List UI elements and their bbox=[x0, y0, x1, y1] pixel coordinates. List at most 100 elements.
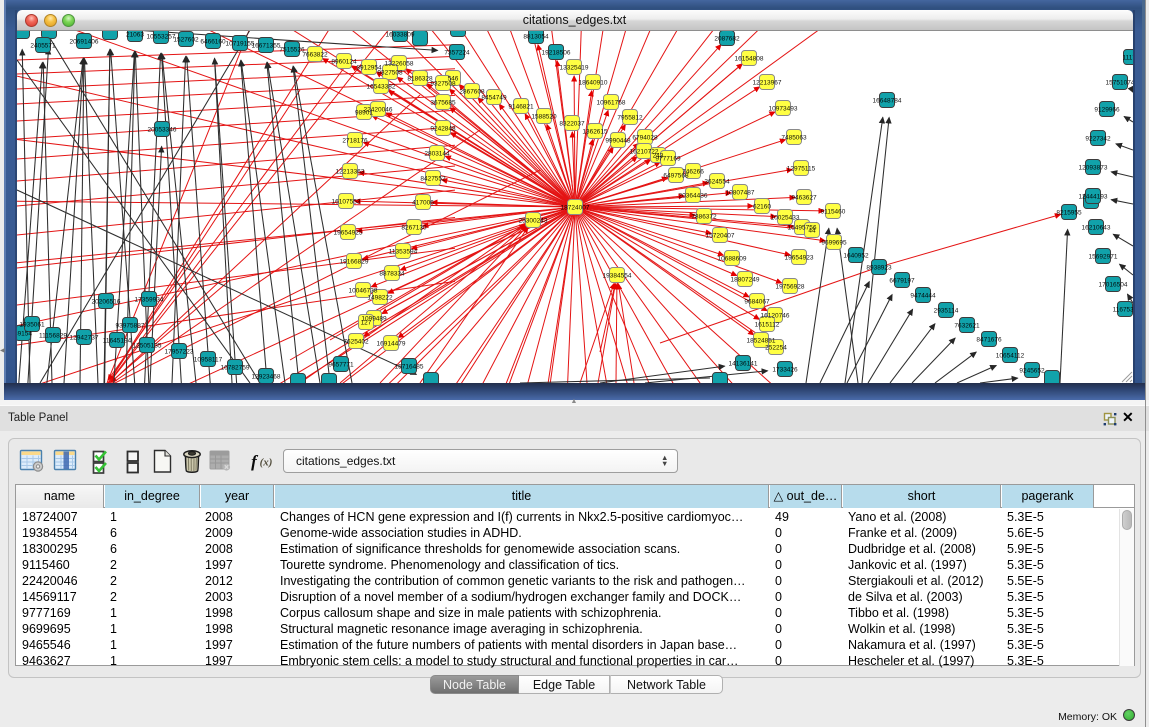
svg-text:16210643: 16210643 bbox=[1082, 224, 1111, 231]
svg-text:2718176: 2718176 bbox=[342, 137, 368, 144]
svg-text:9777169: 9777169 bbox=[655, 155, 681, 162]
svg-text:19384554: 19384554 bbox=[603, 272, 632, 279]
svg-text:19218506: 19218506 bbox=[542, 49, 571, 56]
svg-text:16033809: 16033809 bbox=[386, 31, 415, 38]
svg-text:12942737: 12942737 bbox=[70, 334, 99, 341]
svg-text:15751074: 15751074 bbox=[1106, 79, 1133, 86]
svg-text:19166829: 19166829 bbox=[340, 258, 369, 265]
svg-text:16671355: 16671355 bbox=[252, 42, 281, 49]
svg-text:13325419: 13325419 bbox=[560, 64, 589, 71]
svg-text:12923468: 12923468 bbox=[252, 373, 281, 380]
svg-text:11172: 11172 bbox=[1122, 54, 1133, 61]
svg-text:6679197: 6679197 bbox=[889, 277, 915, 284]
svg-text:9327508: 9327508 bbox=[430, 80, 456, 87]
svg-text:18724007: 18724007 bbox=[561, 204, 590, 211]
svg-text:9227342: 9227342 bbox=[1085, 135, 1111, 142]
svg-text:8813054: 8813054 bbox=[523, 33, 549, 40]
svg-text:8427552: 8427552 bbox=[420, 175, 446, 182]
svg-text:11645194: 11645194 bbox=[103, 337, 132, 344]
svg-text:44: 44 bbox=[808, 227, 816, 234]
svg-text:1167531: 1167531 bbox=[1113, 306, 1133, 313]
svg-text:10553257: 10553257 bbox=[147, 33, 176, 40]
svg-text:8267130: 8267130 bbox=[401, 224, 427, 231]
svg-text:18807249: 18807249 bbox=[731, 276, 760, 283]
svg-text:12213967: 12213967 bbox=[753, 79, 782, 86]
svg-text:9242848: 9242848 bbox=[430, 125, 456, 132]
svg-text:20053346: 20053346 bbox=[148, 126, 177, 133]
svg-text:62160: 62160 bbox=[753, 203, 771, 210]
svg-text:9463627: 9463627 bbox=[791, 194, 817, 201]
svg-text:7357224: 7357224 bbox=[444, 49, 470, 56]
svg-text:18640910: 18640910 bbox=[579, 79, 608, 86]
svg-text:10025433: 10025433 bbox=[771, 214, 800, 221]
svg-text:f: f bbox=[251, 452, 259, 471]
svg-text:3624554: 3624554 bbox=[704, 178, 730, 185]
svg-text:17359934: 17359934 bbox=[135, 296, 164, 303]
svg-text:9245652: 9245652 bbox=[1019, 367, 1045, 374]
svg-text:9657771: 9657771 bbox=[328, 361, 354, 368]
svg-text:16543382: 16543382 bbox=[367, 83, 396, 90]
svg-text:8215955: 8215955 bbox=[1056, 209, 1082, 216]
svg-text:8471676: 8471676 bbox=[976, 336, 1002, 343]
svg-text:12444193: 12444193 bbox=[1079, 193, 1108, 200]
svg-text:(x): (x) bbox=[260, 457, 273, 469]
svg-text:15692971: 15692971 bbox=[1089, 253, 1118, 260]
svg-text:1935061: 1935061 bbox=[19, 321, 45, 328]
svg-text:9474444: 9474444 bbox=[910, 292, 936, 299]
svg-text:1615112: 1615112 bbox=[755, 321, 780, 328]
svg-text:10958117: 10958117 bbox=[194, 356, 223, 363]
svg-text:16648784: 16648784 bbox=[873, 97, 902, 104]
svg-text:1527602: 1527602 bbox=[173, 36, 199, 43]
svg-text:10973493: 10973493 bbox=[769, 105, 798, 112]
svg-text:10688609: 10688609 bbox=[718, 255, 747, 262]
svg-text:16154808: 16154808 bbox=[735, 55, 764, 62]
svg-text:13226058: 13226058 bbox=[385, 60, 414, 67]
svg-text:2935114: 2935114 bbox=[934, 307, 959, 314]
svg-text:9146821: 9146821 bbox=[508, 103, 534, 110]
svg-text:25300243: 25300243 bbox=[519, 217, 548, 224]
svg-text:19756928: 19756928 bbox=[776, 283, 805, 290]
svg-text:11156829: 11156829 bbox=[39, 332, 67, 339]
svg-text:7955812: 7955812 bbox=[617, 114, 643, 121]
svg-text:1640952: 1640952 bbox=[843, 252, 869, 259]
svg-text:14136141: 14136141 bbox=[729, 360, 758, 367]
svg-text:8322037: 8322037 bbox=[559, 120, 585, 127]
svg-text:16107553: 16107553 bbox=[332, 198, 361, 205]
svg-text:9990448: 9990448 bbox=[605, 137, 631, 144]
svg-text:12975115: 12975115 bbox=[787, 165, 816, 172]
svg-text:127: 127 bbox=[361, 319, 372, 326]
svg-text:20206516: 20206516 bbox=[92, 298, 121, 305]
svg-text:10046738: 10046738 bbox=[349, 287, 378, 294]
svg-text:22420046: 22420046 bbox=[364, 106, 393, 113]
svg-text:16120746: 16120746 bbox=[761, 312, 790, 319]
svg-text:21063: 21063 bbox=[126, 31, 144, 38]
svg-text:12213363: 12213363 bbox=[336, 168, 365, 175]
svg-text:10654112: 10654112 bbox=[996, 352, 1025, 359]
svg-text:7886372: 7886372 bbox=[691, 213, 717, 220]
svg-text:8938923: 8938923 bbox=[866, 264, 892, 271]
svg-text:8186328: 8186328 bbox=[407, 75, 433, 82]
svg-text:10719155: 10719155 bbox=[226, 40, 255, 47]
svg-text:15716485: 15716485 bbox=[395, 363, 424, 370]
svg-text:7663822: 7663822 bbox=[302, 51, 328, 58]
svg-text:746266: 746266 bbox=[682, 168, 704, 175]
svg-text:8960124: 8960124 bbox=[331, 58, 357, 65]
svg-text:10961758: 10961758 bbox=[597, 99, 626, 106]
svg-text:17957223: 17957223 bbox=[165, 348, 194, 355]
svg-text:11353594: 11353594 bbox=[389, 248, 418, 255]
svg-text:2405571: 2405571 bbox=[30, 42, 56, 49]
svg-text:8454749: 8454749 bbox=[481, 94, 507, 101]
svg-text:19654925: 19654925 bbox=[334, 229, 363, 236]
svg-text:16782759: 16782759 bbox=[221, 364, 250, 371]
svg-text:12505135: 12505135 bbox=[133, 342, 162, 349]
svg-text:2803144: 2803144 bbox=[424, 150, 450, 157]
svg-text:39154: 39154 bbox=[17, 330, 32, 337]
svg-text:9129966: 9129966 bbox=[1094, 106, 1120, 113]
svg-text:15720407: 15720407 bbox=[706, 232, 735, 239]
svg-text:1588520: 1588520 bbox=[531, 113, 557, 120]
svg-text:1362615: 1362615 bbox=[582, 128, 608, 135]
svg-text:12093873: 12093873 bbox=[1079, 164, 1108, 171]
svg-text:10807487: 10807487 bbox=[726, 189, 755, 196]
svg-text:7625402: 7625402 bbox=[343, 338, 369, 345]
svg-text:7485063: 7485063 bbox=[781, 134, 807, 141]
